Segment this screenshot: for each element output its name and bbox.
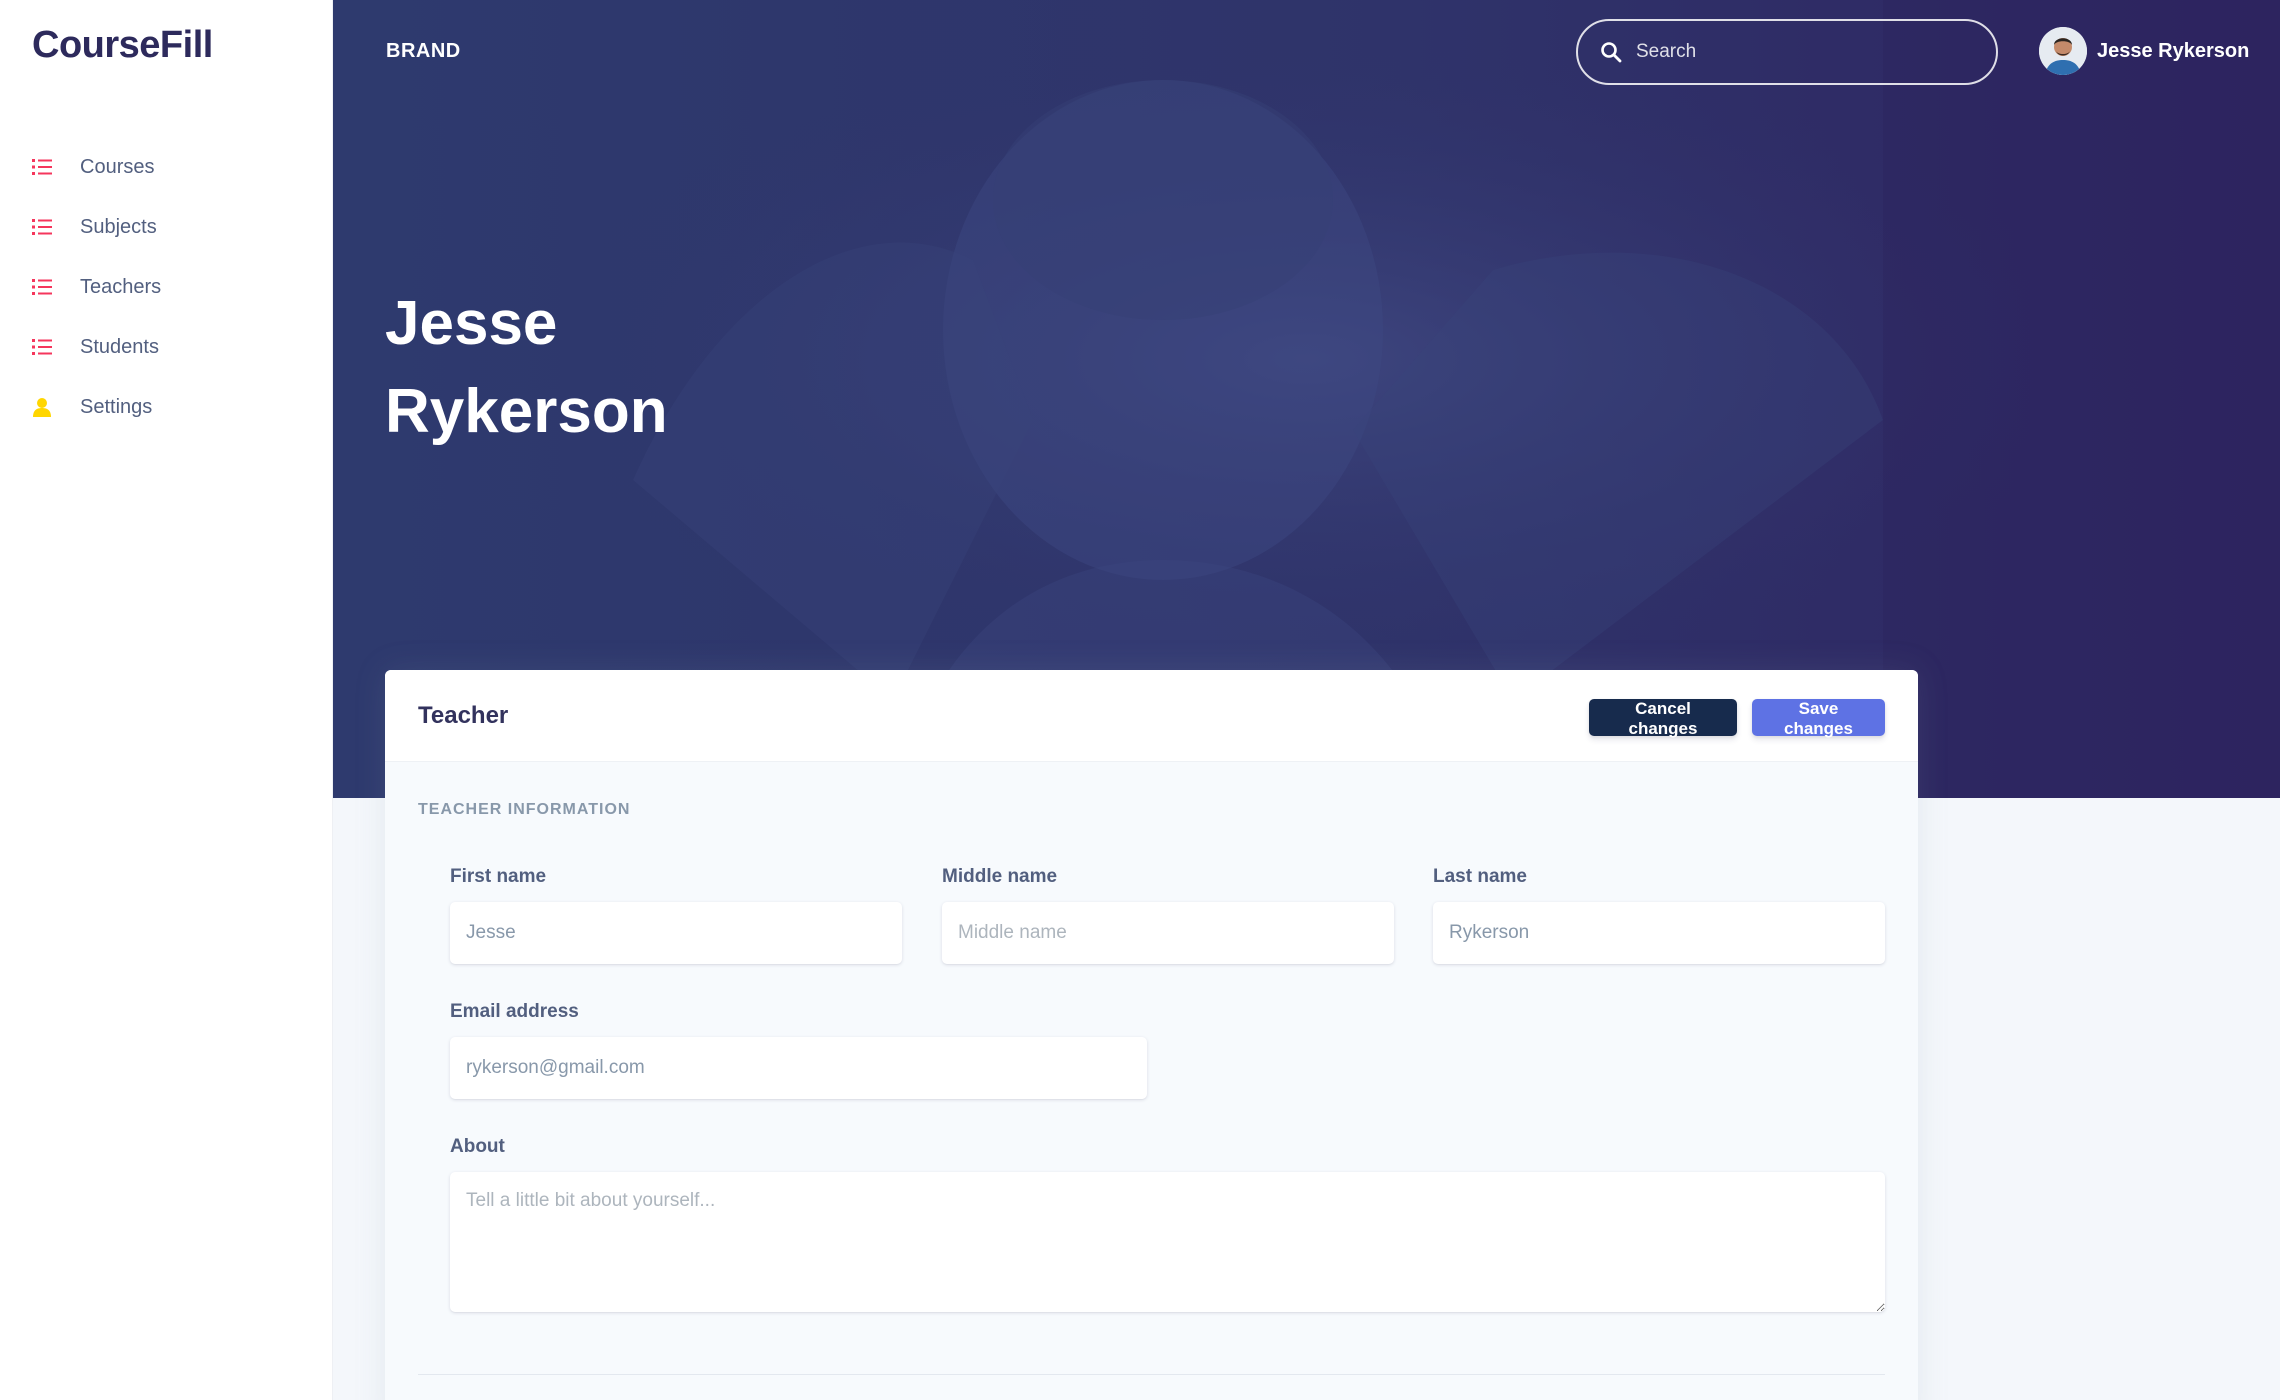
list-icon (32, 217, 52, 237)
sidebar-item-settings[interactable]: Settings (32, 377, 161, 437)
divider (418, 1374, 1885, 1375)
app-logo[interactable]: CourseFill (32, 24, 213, 67)
last-name-label: Last name (1433, 866, 1527, 887)
sidebar-item-label: Subjects (80, 215, 157, 238)
sidebar: CourseFill Courses Subjects Teachers Stu… (0, 0, 333, 1400)
first-name-label: First name (450, 866, 547, 887)
card-header: Teacher Cancel changes Save changes (385, 670, 1918, 762)
search-bar[interactable] (1576, 19, 1998, 85)
about-label: About (450, 1136, 505, 1157)
sidebar-item-students[interactable]: Students (32, 317, 161, 377)
about-textarea[interactable] (450, 1172, 1885, 1312)
sidebar-nav: Courses Subjects Teachers Students Setti… (32, 137, 161, 437)
last-name-field[interactable] (1433, 902, 1885, 964)
sidebar-item-label: Students (80, 335, 159, 358)
middle-name-label: Middle name (942, 866, 1058, 887)
search-input[interactable] (1636, 41, 1966, 63)
list-icon (32, 277, 52, 297)
sidebar-item-label: Courses (80, 155, 155, 178)
middle-name-field[interactable] (942, 902, 1394, 964)
sidebar-item-subjects[interactable]: Subjects (32, 197, 161, 257)
sidebar-item-teachers[interactable]: Teachers (32, 257, 161, 317)
user-name: Jesse Rykerson (2097, 39, 2250, 62)
sidebar-item-courses[interactable]: Courses (32, 137, 161, 197)
sidebar-item-label: Teachers (80, 275, 162, 298)
user-icon (32, 397, 52, 417)
email-field[interactable] (450, 1037, 1147, 1099)
page-title-second-line: Rykerson (385, 377, 668, 446)
search-icon (1601, 42, 1622, 63)
cancel-button[interactable]: Cancel changes (1589, 699, 1737, 738)
sidebar-item-label: Settings (80, 395, 153, 418)
email-label: Email address (450, 1001, 579, 1022)
avatar (2039, 27, 2087, 75)
section-heading: TEACHER INFORMATION (418, 801, 631, 818)
page-title-first-line: Jesse (385, 289, 558, 358)
save-button[interactable]: Save changes (1752, 699, 1885, 738)
brand-link[interactable]: BRAND (386, 40, 461, 63)
user-menu[interactable]: Jesse Rykerson (2039, 27, 2249, 75)
first-name-field[interactable] (450, 902, 902, 964)
teacher-card: Teacher Cancel changes Save changes TEAC… (385, 670, 1918, 1400)
card-title: Teacher (418, 702, 509, 729)
list-icon (32, 157, 52, 177)
page-title: Jesse Rykerson (385, 280, 785, 456)
list-icon (32, 337, 52, 357)
